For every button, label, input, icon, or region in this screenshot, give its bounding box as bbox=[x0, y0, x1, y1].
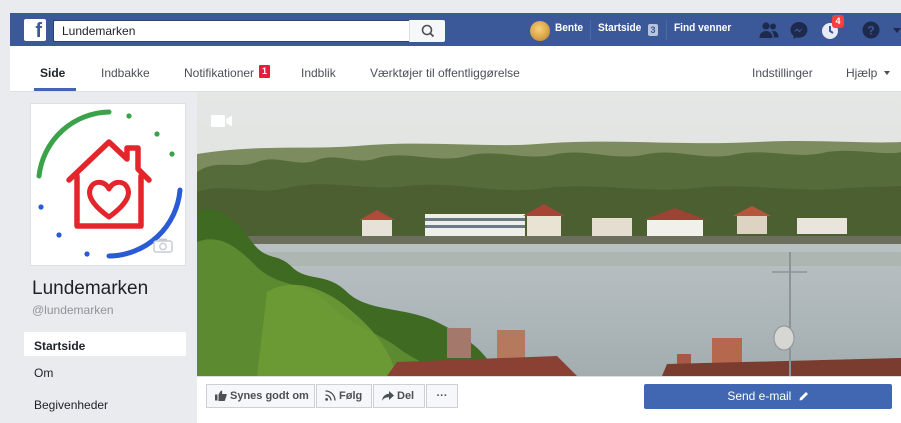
share-icon bbox=[382, 391, 394, 401]
sidebar-item-label: Begivenheder bbox=[34, 398, 109, 412]
tab-notifications[interactable]: Notifikationer bbox=[184, 66, 254, 80]
sidebar-item-events[interactable]: Begivenheder bbox=[24, 391, 186, 415]
like-button[interactable]: Synes godt om bbox=[206, 384, 315, 408]
sidebar-item-about[interactable]: Om bbox=[24, 359, 186, 383]
camera-icon[interactable] bbox=[153, 237, 173, 253]
user-name-link[interactable]: Bente bbox=[555, 22, 583, 34]
notifications-count-badge: 4 bbox=[832, 15, 844, 28]
active-tab-indicator bbox=[34, 88, 76, 91]
tab-publishing-tools[interactable]: Værktøjer til offentliggørelse bbox=[370, 66, 520, 80]
divider bbox=[590, 20, 591, 40]
home-link[interactable]: Startside bbox=[598, 22, 641, 34]
tab-inbox[interactable]: Indbakke bbox=[101, 66, 150, 80]
more-label: ··· bbox=[436, 390, 448, 402]
rss-icon bbox=[325, 390, 336, 401]
page-name: Lundemarken bbox=[32, 278, 149, 299]
cover-photo[interactable] bbox=[197, 92, 901, 376]
help-caret-icon bbox=[884, 71, 890, 75]
more-options-button[interactable]: ··· bbox=[426, 384, 458, 408]
send-email-label: Send e-mail bbox=[727, 389, 792, 403]
svg-text:?: ? bbox=[867, 24, 874, 38]
like-icon bbox=[215, 390, 227, 401]
sidebar-item-label: Startside bbox=[34, 339, 86, 353]
cover-image bbox=[197, 92, 901, 376]
user-avatar[interactable] bbox=[530, 21, 550, 41]
find-friends-link[interactable]: Find venner bbox=[674, 22, 731, 34]
caret-down-icon[interactable] bbox=[893, 28, 901, 34]
share-button[interactable]: Del bbox=[373, 384, 425, 408]
tab-side[interactable]: Side bbox=[40, 66, 65, 80]
share-label: Del bbox=[397, 390, 415, 402]
divider bbox=[666, 20, 667, 40]
follow-label: Følg bbox=[339, 390, 363, 402]
search-field[interactable]: Lundemarken bbox=[53, 20, 445, 42]
search-icon bbox=[421, 24, 435, 38]
search-input[interactable]: Lundemarken bbox=[62, 24, 135, 38]
sidebar-item-startside[interactable]: Startside bbox=[24, 332, 186, 356]
pencil-icon bbox=[799, 392, 808, 401]
facebook-logo-icon[interactable]: f bbox=[24, 19, 46, 42]
like-label: Synes godt om bbox=[230, 390, 309, 402]
video-icon[interactable] bbox=[211, 114, 233, 128]
send-email-button[interactable]: Send e-mail bbox=[644, 384, 892, 409]
messenger-icon[interactable] bbox=[789, 20, 809, 40]
profile-picture[interactable] bbox=[30, 103, 186, 266]
help-link[interactable]: Hjælp bbox=[846, 66, 877, 80]
follow-button[interactable]: Følg bbox=[316, 384, 372, 408]
notifications-badge: 1 bbox=[259, 65, 270, 78]
settings-link[interactable]: Indstillinger bbox=[752, 66, 813, 80]
page-handle[interactable]: @lundemarken bbox=[32, 303, 114, 317]
tab-insights[interactable]: Indblik bbox=[301, 66, 336, 80]
search-button[interactable] bbox=[409, 20, 445, 42]
sidebar-item-label: Om bbox=[34, 366, 54, 380]
home-count-badge: 3 bbox=[648, 24, 658, 36]
friend-requests-icon[interactable] bbox=[758, 20, 780, 40]
help-icon[interactable]: ? bbox=[862, 21, 880, 39]
